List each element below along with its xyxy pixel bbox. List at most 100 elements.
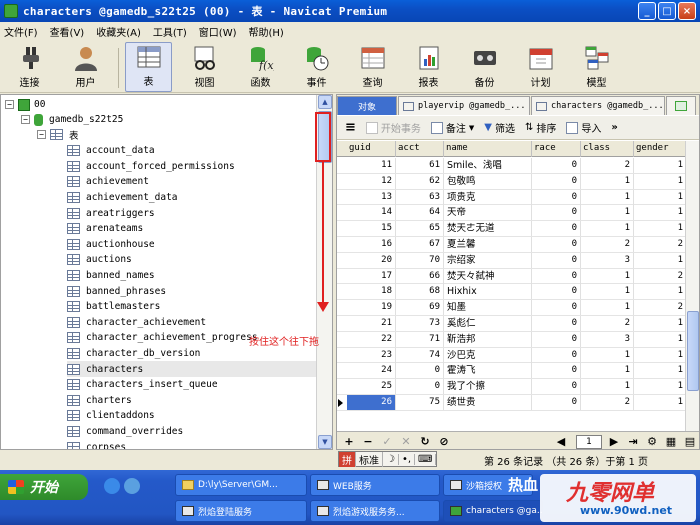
cell-class[interactable]: 1 [581, 268, 634, 284]
tree-table-item[interactable]: auctionhouse [67, 237, 317, 253]
discard-button[interactable]: ✕ [398, 435, 414, 448]
cell-class[interactable]: 3 [581, 252, 634, 268]
tree-table-item[interactable]: clientaddons [67, 408, 317, 424]
new-tab-button[interactable] [666, 96, 696, 115]
cell-guid[interactable]: 21 [347, 316, 396, 331]
cell-acct[interactable]: 64 [396, 205, 444, 221]
table-row[interactable]: 16 67 夏兰馨 0 2 2 [337, 237, 687, 253]
cell-race[interactable]: 0 [532, 379, 581, 395]
col-header-gender[interactable]: gender [634, 141, 687, 157]
maximize-button[interactable]: □ [658, 2, 676, 20]
cell-acct[interactable]: 71 [396, 331, 444, 347]
tree-table-item[interactable]: banned_names [67, 268, 317, 284]
cell-name[interactable]: 天帝 [444, 205, 532, 221]
cell-gender[interactable]: 1 [634, 379, 687, 395]
cell-gender[interactable]: 1 [634, 316, 687, 331]
collapse-icon[interactable]: − [5, 100, 14, 110]
cell-race[interactable]: 0 [532, 331, 581, 347]
cell-acct[interactable]: 74 [396, 347, 444, 363]
collapse-icon[interactable]: − [21, 115, 30, 125]
tree-table-item[interactable]: characters_insert_queue [67, 377, 317, 393]
cell-class[interactable]: 3 [581, 331, 634, 347]
cell-name[interactable]: 霍涛飞 [444, 363, 532, 379]
cell-name[interactable]: 靳浩邦 [444, 331, 532, 347]
cell-name[interactable]: Smile、浅唱 [444, 158, 532, 173]
table-row[interactable]: 18 68 Hixhix 0 1 1 [337, 284, 687, 301]
start-button[interactable]: 开始 [0, 474, 88, 500]
table-row[interactable]: 12 62 包敬鸣 0 1 1 [337, 173, 687, 190]
cell-class[interactable]: 2 [581, 158, 634, 173]
cell-race[interactable]: 0 [532, 316, 581, 331]
memo-button[interactable]: 备注 ▼ [430, 120, 474, 135]
tree-database[interactable]: − gamedb_s22t25 [21, 112, 123, 128]
settings-gear-icon[interactable]: ⚙ [644, 435, 660, 448]
cell-name[interactable]: 包敬鸣 [444, 173, 532, 189]
grid-view-icon[interactable]: ▦ [663, 435, 679, 448]
ime-toolbar[interactable]: 拼 标准 ☽ •, ⌨ [338, 451, 438, 467]
cell-class[interactable]: 2 [581, 316, 634, 331]
stop-button[interactable]: ⊘ [436, 435, 452, 448]
cell-class[interactable]: 1 [581, 205, 634, 221]
toolbar-query-button[interactable]: 查询 [349, 42, 396, 92]
toolbar-schedule-button[interactable]: 计划 [517, 42, 564, 92]
cell-acct[interactable]: 69 [396, 300, 444, 316]
cell-guid[interactable]: 14 [347, 205, 396, 221]
menu-toggle-button[interactable]: ≡ [345, 120, 356, 135]
form-view-icon[interactable]: ▤ [682, 435, 698, 448]
cell-guid[interactable]: 11 [347, 158, 396, 173]
cell-acct[interactable]: 0 [396, 363, 444, 379]
table-row[interactable]: 14 64 天帝 0 1 1 [337, 205, 687, 222]
cell-name[interactable]: 项贵克 [444, 189, 532, 205]
tree-table-item[interactable]: arenateams [67, 221, 317, 237]
cell-gender[interactable]: 1 [634, 395, 687, 410]
cell-gender[interactable]: 1 [634, 189, 687, 205]
menu-favorites[interactable]: 收藏夹(A) [96, 24, 141, 39]
tab-objects[interactable]: 对象 [337, 96, 397, 115]
toolbar-model-button[interactable]: 模型 [573, 42, 620, 92]
tree-connection[interactable]: − 00 [5, 97, 45, 113]
cell-guid[interactable]: 22 [347, 331, 396, 347]
cell-guid[interactable]: 17 [347, 268, 396, 284]
cell-class[interactable]: 1 [581, 221, 634, 237]
tree-table-item[interactable]: charters [67, 393, 317, 409]
title-bar[interactable]: characters @gamedb_s22t25 (00) - 表 - Nav… [0, 0, 700, 22]
cell-class[interactable]: 1 [581, 363, 634, 379]
filter-button[interactable]: ▼ 筛选 [484, 120, 515, 135]
cell-guid[interactable]: 15 [347, 221, 396, 237]
cell-race[interactable]: 0 [532, 347, 581, 363]
cell-gender[interactable]: 1 [634, 173, 687, 189]
cell-class[interactable]: 1 [581, 347, 634, 363]
cell-gender[interactable]: 2 [634, 237, 687, 252]
table-row[interactable]: 15 65 焚天ㄜ无道 0 1 1 [337, 221, 687, 237]
ie-icon[interactable] [104, 478, 120, 494]
task-login-service[interactable]: 烈焰登陆服务 [175, 500, 307, 522]
cell-class[interactable]: 2 [581, 395, 634, 410]
table-row[interactable]: 24 0 霍涛飞 0 1 1 [337, 363, 687, 380]
toolbar-view-button[interactable]: 视图 [181, 42, 228, 92]
tree-table-item[interactable]: banned_phrases [67, 283, 317, 299]
cell-race[interactable]: 0 [532, 205, 581, 221]
col-header-class[interactable]: class [581, 141, 634, 157]
sort-button[interactable]: ⇅ 排序 [525, 120, 556, 135]
table-row[interactable]: 26 75 绩世贵 0 2 1 [337, 395, 687, 411]
menu-file[interactable]: 文件(F) [4, 24, 38, 39]
cell-gender[interactable]: 1 [634, 331, 687, 347]
tree-table-item[interactable]: command_overrides [67, 424, 317, 440]
cell-acct[interactable]: 67 [396, 237, 444, 252]
cell-race[interactable]: 0 [532, 252, 581, 268]
menu-tools[interactable]: 工具(T) [153, 24, 187, 39]
scroll-up-arrow[interactable]: ▲ [318, 95, 332, 109]
cell-name[interactable]: 绩世贵 [444, 395, 532, 410]
task-web-service[interactable]: WEB服务 [310, 474, 440, 496]
add-record-button[interactable]: + [341, 435, 357, 448]
cell-name[interactable]: 奚彪仁 [444, 316, 532, 331]
cell-gender[interactable]: 1 [634, 284, 687, 300]
cell-gender[interactable]: 1 [634, 205, 687, 221]
ime-mode[interactable]: 标准 [356, 451, 383, 467]
tree-table-item[interactable]: corpses [67, 439, 317, 449]
table-row[interactable]: 19 69 知墨 0 1 2 [337, 300, 687, 316]
minimize-button[interactable]: _ [638, 2, 656, 20]
cell-acct[interactable]: 66 [396, 268, 444, 284]
cell-acct[interactable]: 75 [396, 395, 444, 410]
cell-race[interactable]: 0 [532, 173, 581, 189]
